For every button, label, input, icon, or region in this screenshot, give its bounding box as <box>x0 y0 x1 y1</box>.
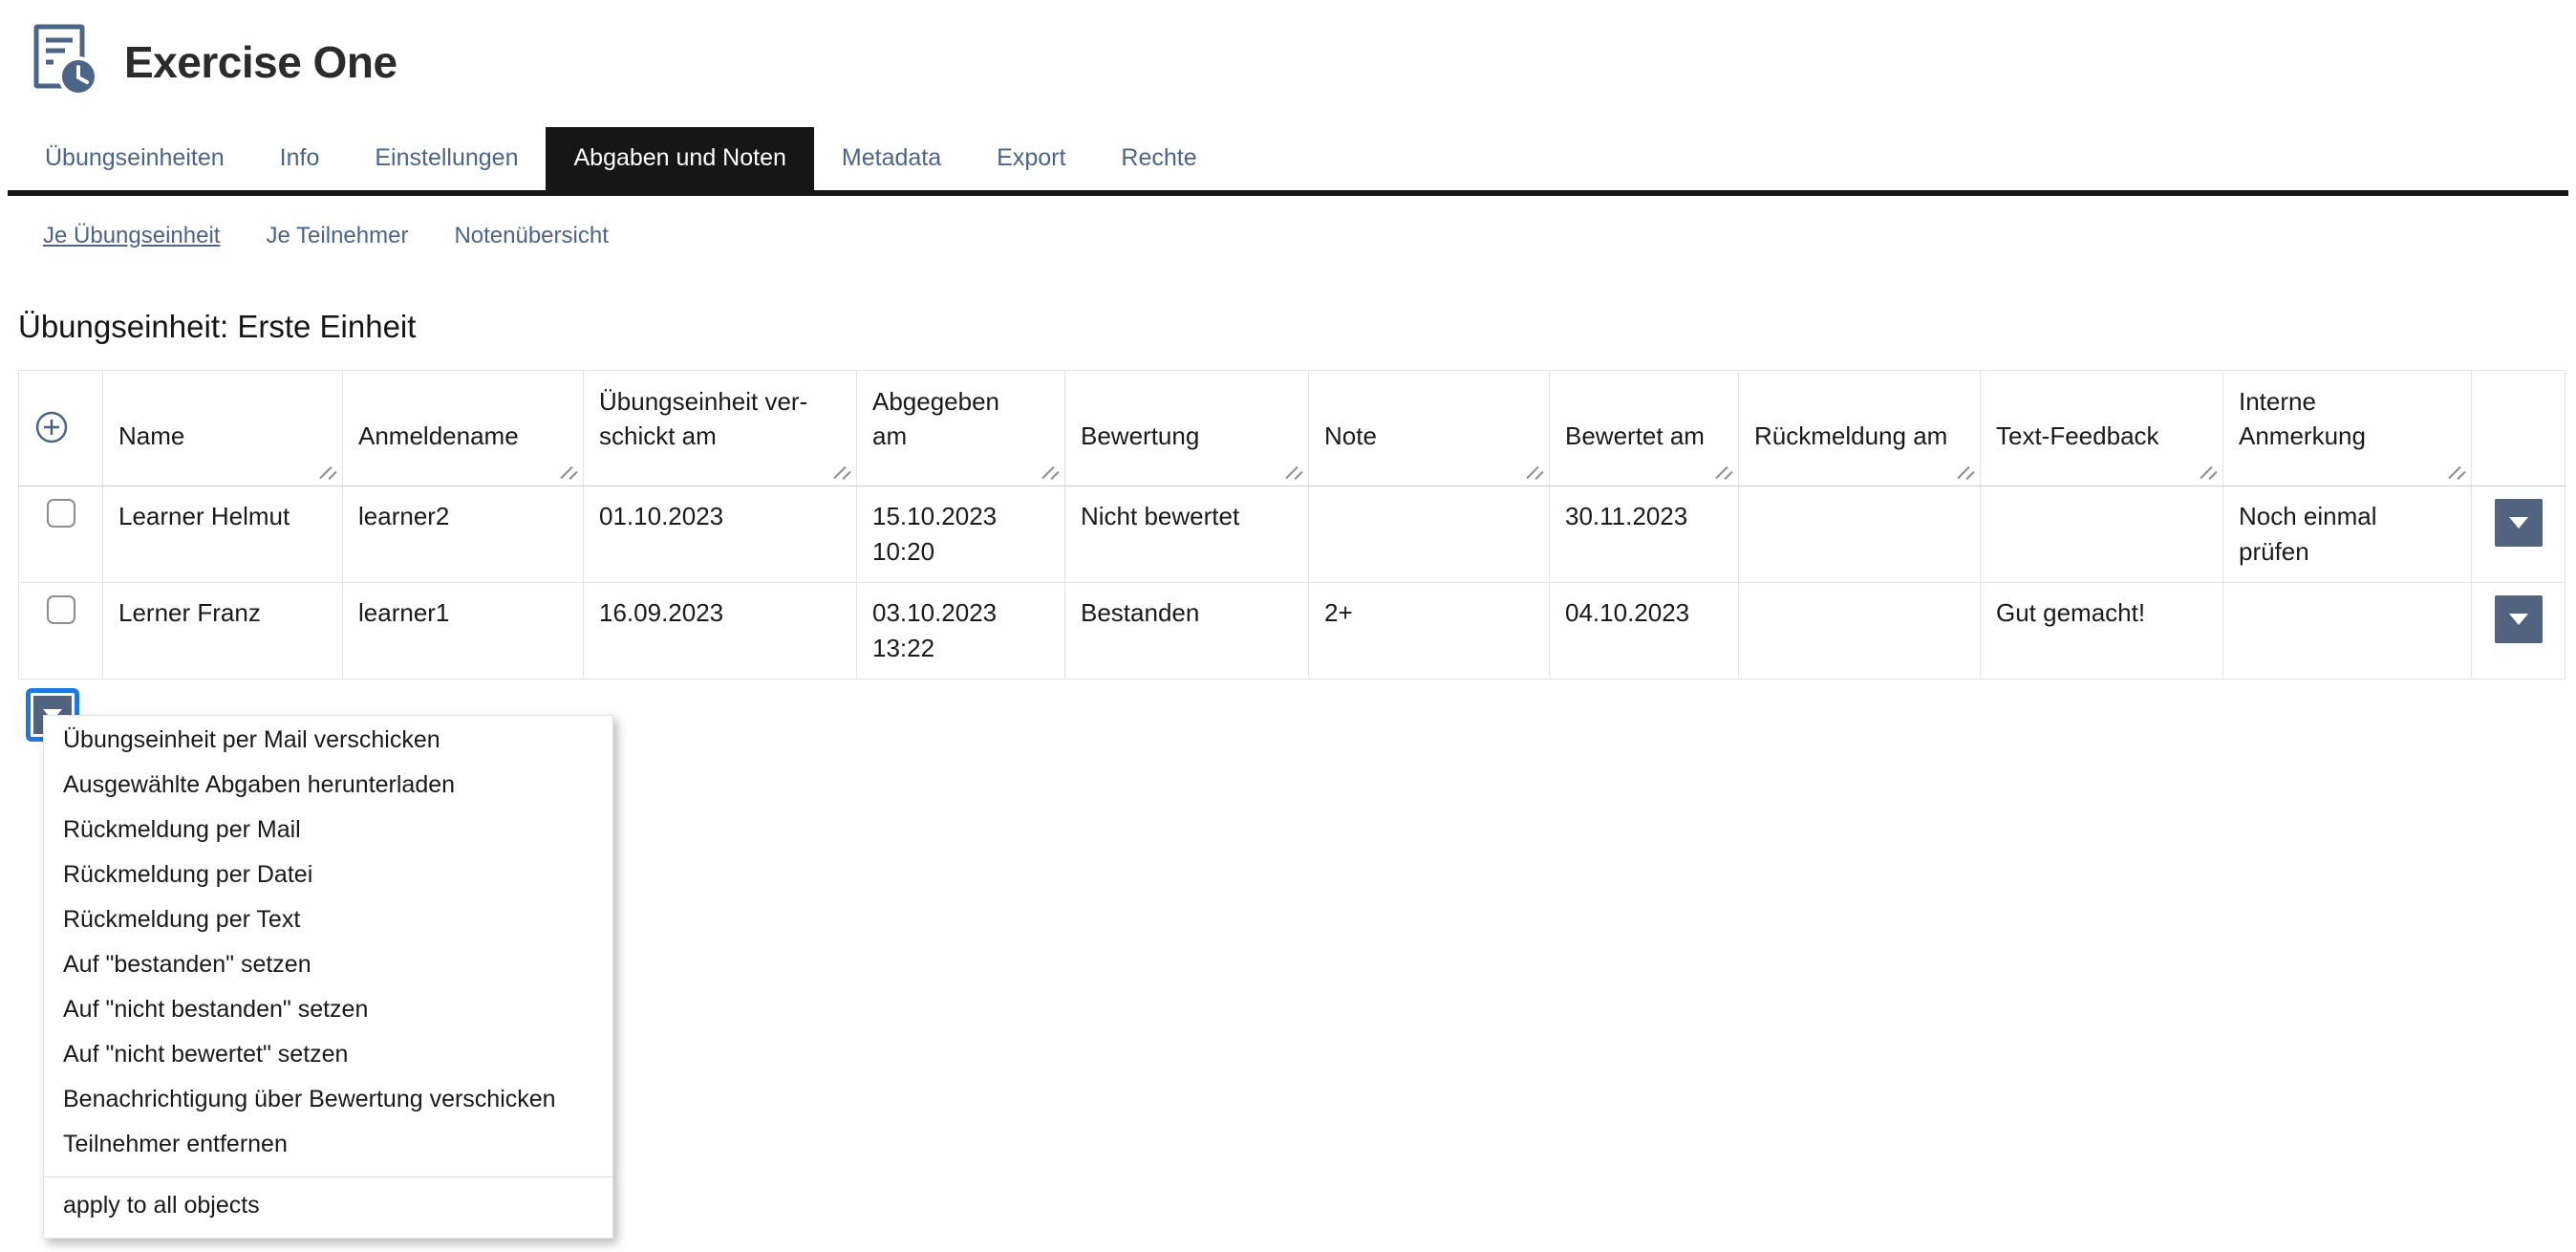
row-select-cell <box>19 583 103 680</box>
column-header-feedback-at: Rückmeldung am <box>1739 371 1981 486</box>
chevron-down-icon <box>2509 614 2528 625</box>
column-header-status: Bewertung <box>1065 371 1309 486</box>
tab-bar: Übungseinheiten Info Einstellungen Abgab… <box>8 127 2568 196</box>
menu-item-send-grading-notification[interactable]: Benachrichtigung über Bewertung verschic… <box>44 1077 612 1122</box>
menu-item-remove-participant[interactable]: Teilnehmer entfernen <box>44 1122 612 1167</box>
column-resize-handle-icon[interactable] <box>833 465 850 481</box>
cell-login: learner2 <box>343 486 584 583</box>
column-header-grade: Note <box>1309 371 1550 486</box>
column-resize-handle-icon[interactable] <box>560 465 577 481</box>
cell-status: Nicht bewertet <box>1065 486 1309 583</box>
column-resize-handle-icon[interactable] <box>1526 465 1543 481</box>
table-row: Learner Helmut learner2 01.10.2023 15.10… <box>19 486 2565 583</box>
subtab-je-teilnehmer[interactable]: Je Teilnehmer <box>266 223 408 249</box>
row-actions-dropdown-button[interactable] <box>2495 595 2543 643</box>
cell-internal-note: Noch einmal prüfen <box>2223 486 2472 583</box>
chevron-down-icon <box>2509 517 2528 529</box>
row-select-cell <box>19 486 103 583</box>
row-checkbox[interactable] <box>47 595 75 624</box>
subtab-je-uebungseinheit[interactable]: Je Übungseinheit <box>43 223 220 249</box>
menu-item-set-passed[interactable]: Auf "bestanden" setzen <box>44 942 612 987</box>
tab-einstellungen[interactable]: Einstellungen <box>347 127 546 190</box>
bulk-actions-menu: Übungseinheit per Mail verschicken Ausge… <box>43 715 613 1239</box>
grades-table: Name Anmeldename Übungseinheit ver-schic… <box>18 370 2565 680</box>
menu-item-set-not-graded[interactable]: Auf "nicht bewertet" setzen <box>44 1032 612 1077</box>
cell-feedback-at <box>1739 583 1981 680</box>
row-checkbox[interactable] <box>47 499 75 528</box>
column-header-internal-note: Interne Anmerkung <box>2223 371 2472 486</box>
menu-item-download-selected-submissions[interactable]: Ausgewählte Abgaben herunterladen <box>44 763 612 808</box>
cell-grade: 2+ <box>1309 583 1550 680</box>
cell-internal-note <box>2223 583 2472 680</box>
cell-actions <box>2472 486 2565 583</box>
page-header: Exercise One <box>0 0 2576 102</box>
cell-graded-at: 04.10.2023 <box>1550 583 1739 680</box>
column-resize-handle-icon[interactable] <box>2448 465 2465 481</box>
tab-export[interactable]: Export <box>969 127 1093 190</box>
subtab-notenuebersicht[interactable]: Notenübersicht <box>454 223 608 249</box>
column-resize-handle-icon[interactable] <box>1285 465 1302 481</box>
cell-text-feedback <box>1981 486 2223 583</box>
column-header-name: Name <box>103 371 343 486</box>
circle-plus-icon[interactable] <box>34 410 69 444</box>
cell-name: Lerner Franz <box>103 583 343 680</box>
column-resize-handle-icon[interactable] <box>1041 465 1059 481</box>
section-heading: Übungseinheit: Erste Einheit <box>18 309 2576 345</box>
cell-submitted-at: 03.10.2023 13:22 <box>857 583 1065 680</box>
column-header-actions <box>2472 371 2565 486</box>
cell-name: Learner Helmut <box>103 486 343 583</box>
cell-grade <box>1309 486 1550 583</box>
exercise-document-clock-icon <box>29 21 97 102</box>
tab-abgaben-und-noten[interactable]: Abgaben und Noten <box>546 127 813 190</box>
column-header-login: Anmeldename <box>343 371 584 486</box>
cell-sent-at: 01.10.2023 <box>584 486 857 583</box>
column-header-text-feedback: Text-Feedback <box>1981 371 2223 486</box>
tab-uebungseinheiten[interactable]: Übungseinheiten <box>17 127 252 190</box>
subtab-bar: Je Übungseinheit Je Teilnehmer Notenüber… <box>0 196 2576 249</box>
cell-login: learner1 <box>343 583 584 680</box>
column-resize-handle-icon[interactable] <box>2200 465 2217 481</box>
tab-info[interactable]: Info <box>252 127 348 190</box>
cell-actions <box>2472 583 2565 680</box>
column-resize-handle-icon[interactable] <box>319 465 336 481</box>
cell-feedback-at <box>1739 486 1981 583</box>
row-actions-dropdown-button[interactable] <box>2495 499 2543 547</box>
column-header-submitted-at: Abgegeben am <box>857 371 1065 486</box>
column-resize-handle-icon[interactable] <box>1715 465 1732 481</box>
table-row: Lerner Franz learner1 16.09.2023 03.10.2… <box>19 583 2565 680</box>
menu-item-feedback-by-mail[interactable]: Rückmeldung per Mail <box>44 808 612 853</box>
column-resize-handle-icon[interactable] <box>1957 465 1974 481</box>
tab-rechte[interactable]: Rechte <box>1093 127 1224 190</box>
table-header-row: Name Anmeldename Übungseinheit ver-schic… <box>19 371 2565 486</box>
menu-item-set-not-passed[interactable]: Auf "nicht bestanden" setzen <box>44 987 612 1032</box>
column-header-graded-at: Bewertet am <box>1550 371 1739 486</box>
menu-item-send-unit-by-mail[interactable]: Übungseinheit per Mail verschicken <box>44 718 612 763</box>
cell-text-feedback: Gut gemacht! <box>1981 583 2223 680</box>
menu-item-feedback-by-text[interactable]: Rückmeldung per Text <box>44 897 612 942</box>
header-select-column <box>19 371 103 486</box>
cell-graded-at: 30.11.2023 <box>1550 486 1739 583</box>
menu-item-feedback-by-file[interactable]: Rückmeldung per Datei <box>44 853 612 897</box>
cell-sent-at: 16.09.2023 <box>584 583 857 680</box>
menu-item-apply-to-all-objects[interactable]: apply to all objects <box>44 1177 612 1238</box>
tab-metadata[interactable]: Metadata <box>814 127 969 190</box>
cell-status: Bestanden <box>1065 583 1309 680</box>
page-title: Exercise One <box>124 36 397 88</box>
column-header-sent-at: Übungseinheit ver-schickt am <box>584 371 857 486</box>
cell-submitted-at: 15.10.2023 10:20 <box>857 486 1065 583</box>
